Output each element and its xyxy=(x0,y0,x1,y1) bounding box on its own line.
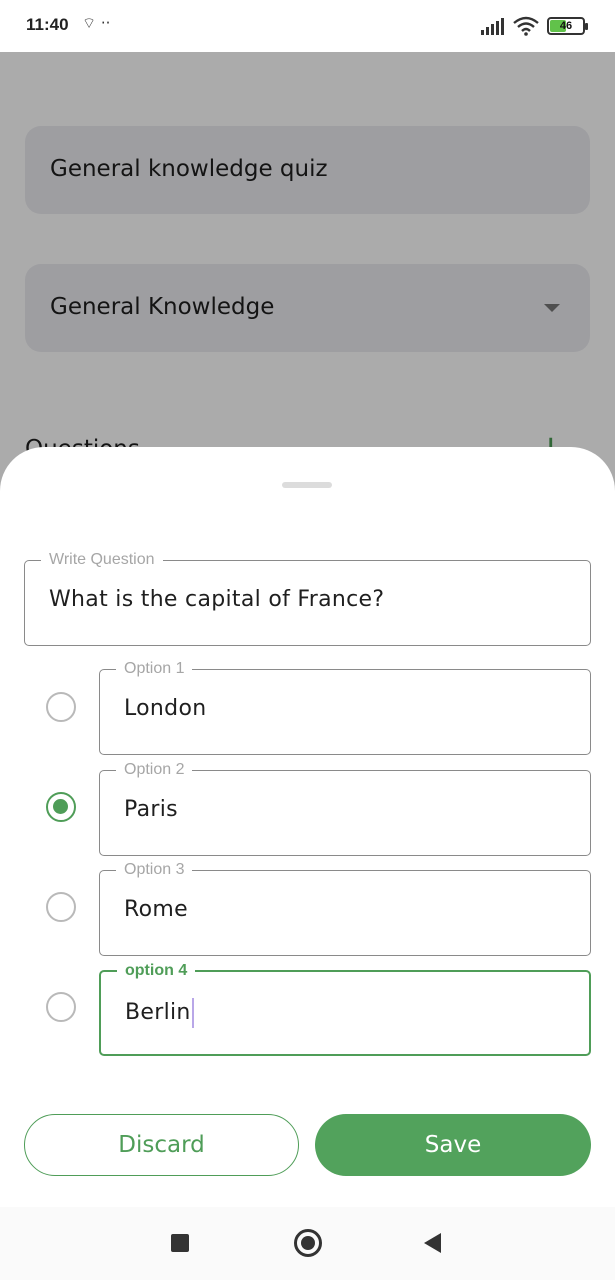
option-2-input[interactable]: Option 2 Paris xyxy=(99,760,591,856)
battery-icon: 46 xyxy=(547,17,588,35)
text-cursor xyxy=(191,998,194,1028)
option-3-value: Rome xyxy=(124,897,188,922)
status-bar: 11:40 ⌔ ·· 46 xyxy=(0,0,615,52)
drag-handle[interactable] xyxy=(282,482,332,488)
option-1-value: London xyxy=(124,696,207,721)
discard-button[interactable]: Discard xyxy=(24,1114,299,1176)
option-3-label: Option 3 xyxy=(116,860,193,880)
recents-icon[interactable] xyxy=(171,1234,189,1252)
status-right-icons: 46 xyxy=(481,16,588,36)
system-nav-bar xyxy=(0,1207,615,1280)
signal-icon xyxy=(481,18,504,35)
option-2-label: Option 2 xyxy=(116,760,193,780)
option-1-label: Option 1 xyxy=(116,659,193,679)
option-4-radio[interactable] xyxy=(46,992,76,1022)
home-icon[interactable] xyxy=(294,1229,322,1257)
option-1-radio[interactable] xyxy=(46,692,76,722)
option-2-value: Paris xyxy=(124,797,178,822)
option-4-value-wrap: Berlin xyxy=(125,998,194,1028)
option-2-radio[interactable] xyxy=(46,792,76,822)
option-4-input[interactable]: option 4 Berlin xyxy=(99,961,591,1056)
option-4-value: Berlin xyxy=(125,1000,191,1025)
wifi-icon xyxy=(513,16,539,36)
status-time: 11:40 xyxy=(26,15,69,34)
option-3-input[interactable]: Option 3 Rome xyxy=(99,860,591,956)
option-3-radio[interactable] xyxy=(46,892,76,922)
question-value: What is the capital of France? xyxy=(49,587,385,612)
question-input[interactable]: Write Question What is the capital of Fr… xyxy=(24,550,591,646)
back-icon[interactable] xyxy=(424,1233,441,1253)
notification-icons: ⌔ ·· xyxy=(82,14,111,32)
option-1-input[interactable]: Option 1 London xyxy=(99,659,591,755)
question-bottom-sheet: Write Question What is the capital of Fr… xyxy=(0,447,615,1207)
option-4-label: option 4 xyxy=(117,961,196,981)
battery-level: 46 xyxy=(559,20,573,32)
save-button[interactable]: Save xyxy=(315,1114,591,1176)
question-label: Write Question xyxy=(41,550,163,570)
